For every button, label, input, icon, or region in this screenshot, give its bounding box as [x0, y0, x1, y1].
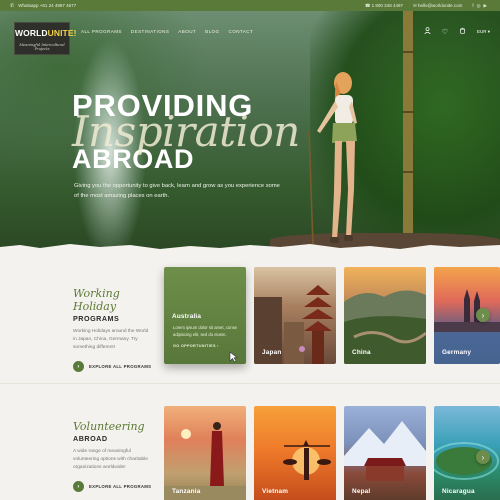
volunteering-intro: Volunteering ABROAD A wide range of mean…	[73, 420, 153, 492]
carousel-next-button[interactable]: ›	[476, 308, 490, 322]
nepal-photo	[344, 421, 426, 481]
tanzania-photo	[164, 422, 246, 500]
logo-part2: UNITE!	[47, 28, 77, 38]
nav-blog[interactable]: BLOG	[205, 29, 219, 34]
phone-number: 1 800 348 4497	[371, 2, 403, 8]
destination-card-nepal[interactable]: Nepal	[344, 406, 426, 500]
destination-card-tanzania[interactable]: Tanzania	[164, 406, 246, 500]
chevron-right-icon: ›	[481, 452, 485, 462]
logo-text: WORLDUNITE!	[15, 28, 76, 38]
card-link[interactable]: GO OPPORTUNITIES ›	[173, 344, 219, 348]
card-title: Nicaragua	[442, 488, 475, 495]
traveler-photo	[308, 72, 357, 247]
currency-label: EUR	[476, 28, 487, 34]
cart-icon[interactable]	[459, 27, 466, 36]
heart-icon[interactable]: ♡	[442, 28, 448, 36]
nav-all-programs[interactable]: ALL PROGRAMS	[81, 29, 122, 34]
phone-link[interactable]: ☎ 1 800 348 4497	[365, 3, 403, 9]
section-script-title: Working Holiday	[73, 287, 120, 313]
section-script-title: Volunteering	[73, 420, 145, 433]
card-title: Japan	[262, 349, 282, 356]
bamboo-trunk	[403, 11, 413, 251]
logo-part1: WORLD	[15, 28, 48, 38]
nav-about[interactable]: ABOUT	[178, 29, 196, 34]
headline-script: Inspiration	[72, 107, 300, 156]
email-link[interactable]: ✉ hello@worldunite.com	[413, 3, 462, 9]
brand-logo[interactable]: WORLDUNITE! Meaningful Intercultural Pro…	[14, 22, 76, 55]
section-description: Working Holidays around the World in Jap…	[73, 329, 149, 350]
card-title: Germany	[442, 349, 472, 356]
explore-programs-link[interactable]: › EXPLORE ALL PROGRAMS	[73, 481, 153, 492]
working-holiday-section: Working Holiday PROGRAMS Working Holiday…	[0, 251, 500, 383]
destination-card-nicaragua[interactable]: Nicaragua	[434, 406, 500, 500]
destination-card-china[interactable]: China	[344, 267, 426, 364]
youtube-icon[interactable]: ▶	[484, 3, 490, 8]
explore-programs-link[interactable]: › EXPLORE ALL PROGRAMS	[73, 361, 153, 372]
card-title: Tanzania	[172, 488, 201, 495]
card-title: Australia	[172, 313, 202, 320]
destination-card-japan[interactable]: Japan	[254, 267, 336, 364]
email-address: hello@worldunite.com	[417, 2, 463, 8]
phone-icon: ☎	[364, 2, 372, 8]
working-holiday-intro: Working Holiday PROGRAMS Working Holiday…	[73, 287, 153, 372]
volunteering-section: Volunteering ABROAD A wide range of mean…	[0, 383, 500, 500]
nav-destinations[interactable]: DESTINATIONS	[131, 29, 169, 34]
section-title: ABROAD	[73, 434, 108, 443]
carousel-next-button[interactable]: ›	[476, 450, 490, 464]
social-icons: f◎▶	[472, 3, 490, 9]
nav-contact[interactable]: CONTACT	[229, 29, 254, 34]
arrow-right-icon: ›	[73, 361, 84, 372]
destination-card-germany[interactable]: Germany	[434, 267, 500, 364]
card-title: China	[352, 349, 371, 356]
torn-paper-edge	[0, 244, 500, 251]
section-description: A wide range of meaningful volunteering …	[73, 449, 148, 470]
hero-banner: WORLDUNITE! Meaningful Intercultural Pro…	[0, 11, 500, 251]
whatsapp-icon: ✆	[10, 2, 15, 9]
user-icon[interactable]	[424, 27, 431, 36]
currency-selector[interactable]: EUR ▾	[477, 29, 490, 35]
cursor-icon	[229, 351, 238, 363]
arrow-right-icon: ›	[73, 481, 84, 492]
hero-description: Giving you the opportunity to give back,…	[74, 183, 280, 199]
explore-label: EXPLORE ALL PROGRAMS	[89, 364, 152, 369]
card-title: Vietnam	[262, 488, 289, 495]
card-title: Nepal	[352, 488, 371, 495]
destination-card-australia[interactable]: Australia Lorem ipsum dolor sit amet, co…	[164, 267, 246, 364]
card-description: Lorem ipsum dolor sit amet, conse adipis…	[173, 325, 238, 337]
card-link-label: GO OPPORTUNITIES	[173, 344, 216, 348]
logo-tagline: Meaningful Intercultural Projects	[19, 43, 65, 51]
destination-card-vietnam[interactable]: Vietnam	[254, 406, 336, 500]
whatsapp-number[interactable]: Whatsapp +61 24 4987 4677	[18, 3, 76, 8]
main-nav: ALL PROGRAMS DESTINATIONS ABOUT BLOG CON…	[81, 29, 253, 34]
explore-label: EXPLORE ALL PROGRAMS	[89, 484, 152, 489]
instagram-icon[interactable]: ◎	[477, 3, 484, 8]
vietnam-photo	[283, 440, 331, 480]
top-contact-bar: ✆ Whatsapp +61 24 4987 4677 ☎ 1 800 348 …	[0, 0, 500, 11]
hero-headline: PROVIDING Inspiration ABROAD	[72, 90, 300, 173]
chevron-right-icon: ›	[481, 310, 485, 320]
section-title: PROGRAMS	[73, 314, 120, 323]
header-actions: ♡ EUR ▾	[424, 27, 490, 36]
nicaragua-photo	[434, 442, 499, 480]
